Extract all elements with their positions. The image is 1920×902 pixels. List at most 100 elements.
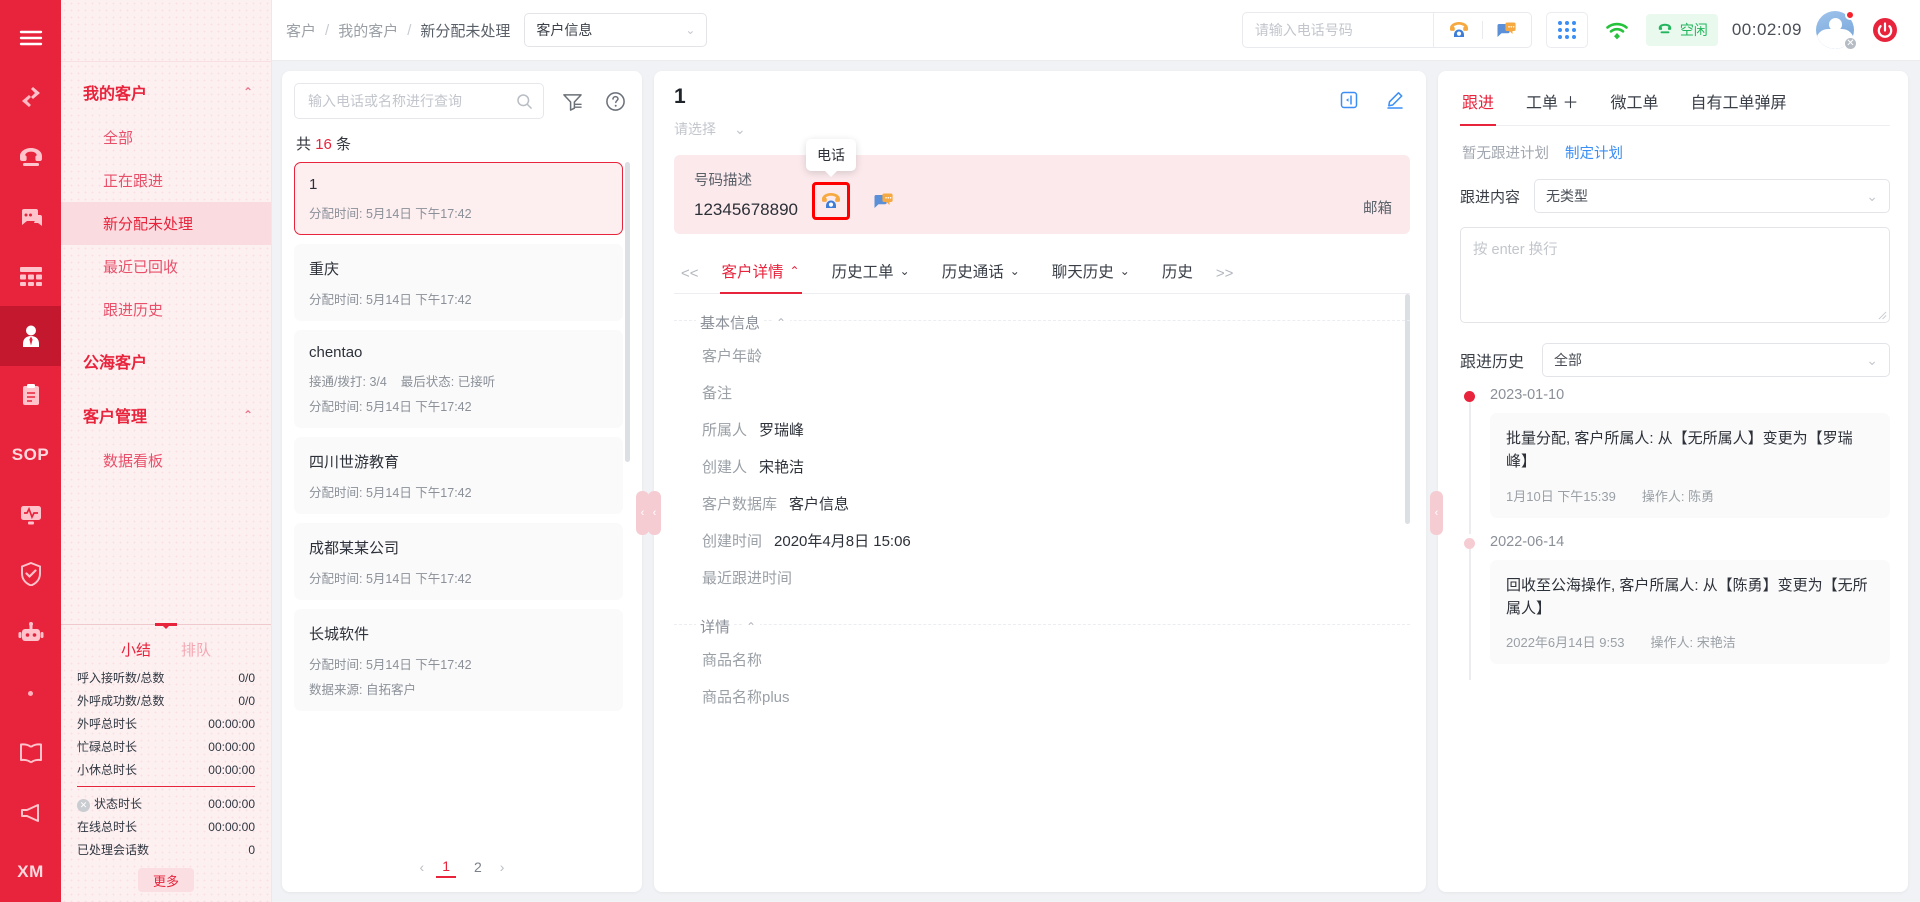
sop-label: SOP — [11, 444, 50, 464]
call-icon[interactable] — [1444, 15, 1474, 45]
help-icon[interactable] — [600, 86, 630, 116]
clipboard-icon[interactable] — [0, 366, 61, 426]
detail-tools — [1334, 85, 1410, 115]
popout-icon[interactable] — [1334, 85, 1364, 115]
tab-label: 历史通话 — [941, 264, 1004, 281]
phone-input[interactable] — [1242, 13, 1433, 47]
customer-list[interactable]: 1 分配时间: 5月14日 下午17:42 重庆 分配时间: 5月14日 下午1… — [294, 162, 630, 846]
message-action-icon[interactable] — [864, 182, 902, 220]
nav-group-customer-management[interactable]: 客户管理 ⌃ — [61, 385, 271, 439]
sop-icon[interactable]: SOP — [0, 425, 61, 485]
page-2[interactable]: 2 — [468, 857, 488, 877]
tab-history-calls[interactable]: 历史通话 ⌄ — [926, 254, 1036, 293]
stats-collapse-handle[interactable] — [153, 619, 179, 629]
book-icon[interactable] — [0, 723, 61, 783]
hamburger-menu-icon[interactable] — [0, 8, 61, 68]
followup-history-filter[interactable]: 全部 ⌄ — [1542, 343, 1890, 377]
list-item[interactable]: 四川世游教育 分配时间: 5月14日 下午17:42 — [294, 437, 623, 514]
xm-icon[interactable]: XM — [0, 842, 61, 902]
section-basic-info[interactable]: 基本信息 ⌃ — [674, 302, 1410, 337]
list-scrollbar[interactable] — [625, 162, 630, 462]
grid-icon[interactable] — [0, 246, 61, 306]
tab-customer-detail[interactable]: 客户详情 ⌃ — [706, 254, 816, 294]
telephone-icon[interactable] — [0, 127, 61, 187]
followup-timeline[interactable]: 2023-01-10 批量分配, 客户所属人: 从【无所属人】变更为【罗瑞峰】 … — [1460, 387, 1890, 892]
tab-chat-history[interactable]: 聊天历史 ⌄ — [1036, 254, 1146, 293]
sidebar-item-new-unprocessed[interactable]: 新分配未处理 — [61, 202, 271, 245]
detail-collapse-handle[interactable]: ‹ — [648, 491, 661, 535]
breadcrumb-item-customer[interactable]: 客户 — [286, 20, 316, 41]
email-label: 邮箱 — [1363, 201, 1392, 217]
avatar-offline-badge: ✕ — [1843, 36, 1858, 51]
monitor-pulse-icon[interactable] — [0, 485, 61, 545]
sidebar-item-follow-history[interactable]: 跟进历史 — [61, 288, 271, 331]
tabs-next-arrow[interactable]: >> — [1209, 265, 1241, 282]
megaphone-icon[interactable] — [0, 783, 61, 843]
list-item[interactable]: 成都某某公司 分配时间: 5月14日 下午17:42 — [294, 523, 623, 600]
dot-icon[interactable] — [0, 664, 61, 724]
dialpad-button[interactable] — [1545, 12, 1588, 48]
operator-label: 操作人: — [1641, 488, 1685, 504]
stat-row: 已处理会话数 0 — [75, 838, 257, 861]
search-input-wrap — [294, 83, 544, 119]
tab-ticket[interactable]: 工单 ＋ — [1524, 81, 1580, 125]
field-row: 所属人 罗瑞峰 — [674, 411, 1410, 448]
robot-icon[interactable] — [0, 604, 61, 664]
tab-micro-ticket[interactable]: 微工单 — [1608, 81, 1660, 125]
timeline-meta: 1月10日 下午15:39 操作人: 陈勇 — [1506, 486, 1874, 505]
detail-stage-select[interactable]: 请选择 ⌄ — [674, 119, 746, 139]
assigned-time: 5月14日 下午17:42 — [365, 207, 472, 221]
list-item[interactable]: 长城软件 分配时间: 5月14日 下午17:42 数据来源: 自拓客户 — [294, 609, 623, 711]
transfer-arrows-icon[interactable] — [0, 68, 61, 128]
customer-call-meta: 接通/拨打: 3/4 最后状态: 已接听 — [309, 371, 608, 390]
sidebar-item-customer[interactable] — [0, 305, 61, 366]
followup-collapse-handle[interactable]: ‹ — [1430, 491, 1443, 535]
number-desc-label: 号码描述 — [694, 173, 752, 189]
power-button[interactable] — [1868, 13, 1902, 47]
page-1[interactable]: 1 — [436, 856, 456, 878]
resize-handle-icon[interactable] — [1878, 311, 1887, 320]
assigned-label: 分配时间: — [309, 658, 363, 672]
edit-pencil-icon[interactable] — [1380, 85, 1410, 115]
list-item[interactable]: 1 分配时间: 5月14日 下午17:42 — [294, 162, 623, 235]
avatar[interactable]: ✕ — [1816, 10, 1858, 51]
agent-status-badge[interactable]: 空闲 — [1645, 14, 1718, 46]
stats-tab-queue[interactable]: 排队 — [181, 639, 211, 660]
list-item[interactable]: 重庆 分配时间: 5月14日 下午17:42 — [294, 244, 623, 321]
message-icon[interactable] — [1491, 15, 1521, 45]
next-page-icon[interactable]: › — [500, 859, 505, 875]
sidebar-item-dashboard[interactable]: 数据看板 — [61, 439, 271, 482]
tab-history-tickets[interactable]: 历史工单 ⌄ — [816, 254, 926, 293]
nav-group-public-pool[interactable]: 公海客户 — [61, 331, 271, 385]
make-plan-link[interactable]: 制定计划 — [1565, 142, 1623, 163]
field-row: 备注 — [674, 374, 1410, 411]
section-details[interactable]: 详情 ⌃ — [674, 606, 1410, 641]
database-select[interactable]: 客户信息 ⌄ — [524, 13, 708, 47]
tab-followup[interactable]: 跟进 — [1460, 81, 1497, 126]
stat-row: ✕ 状态时长 00:00:00 — [75, 792, 257, 815]
search-input[interactable] — [308, 93, 516, 109]
tab-own-ticket-popup[interactable]: 自有工单弹屏 — [1688, 81, 1788, 125]
followup-history-filter-value: 全部 — [1554, 352, 1583, 368]
sidebar-item-following[interactable]: 正在跟进 — [61, 159, 271, 202]
stat-label: 呼入接听数/总数 — [77, 671, 165, 685]
filter-icon[interactable] — [557, 86, 587, 116]
call-action-icon[interactable]: 电话 — [806, 139, 857, 220]
sidebar-item-recently-recycled[interactable]: 最近已回收 — [61, 245, 271, 288]
followup-type-select[interactable]: 无类型 ⌄ — [1534, 179, 1890, 213]
followup-textarea[interactable]: 按 enter 换行 — [1460, 227, 1890, 323]
prev-page-icon[interactable]: ‹ — [420, 859, 425, 875]
stats-tab-summary[interactable]: 小结 — [121, 639, 151, 660]
tabs-prev-arrow[interactable]: << — [674, 265, 706, 282]
tab-history-more[interactable]: 历史 — [1146, 254, 1209, 293]
more-button[interactable]: 更多 — [138, 868, 194, 892]
breadcrumb-item-my-customers[interactable]: 我的客户 — [338, 20, 398, 41]
list-item[interactable]: chentao 接通/拨打: 3/4 最后状态: 已接听 分配时间: 5月14日… — [294, 330, 623, 428]
nav-group-my-customers[interactable]: 我的客户 ⌃ — [61, 62, 271, 116]
chat-bubble-icon[interactable] — [0, 187, 61, 247]
wifi-icon[interactable] — [1602, 15, 1632, 45]
sidebar-item-all[interactable]: 全部 — [61, 116, 271, 159]
shield-check-icon[interactable] — [0, 544, 61, 604]
assigned-label: 分配时间: — [309, 486, 363, 500]
detail-fields-scroll[interactable]: 基本信息 ⌃ 客户年龄 备注 所属人 罗瑞峰 创建人 宋艳洁 客户数据库 客户信… — [674, 294, 1410, 892]
